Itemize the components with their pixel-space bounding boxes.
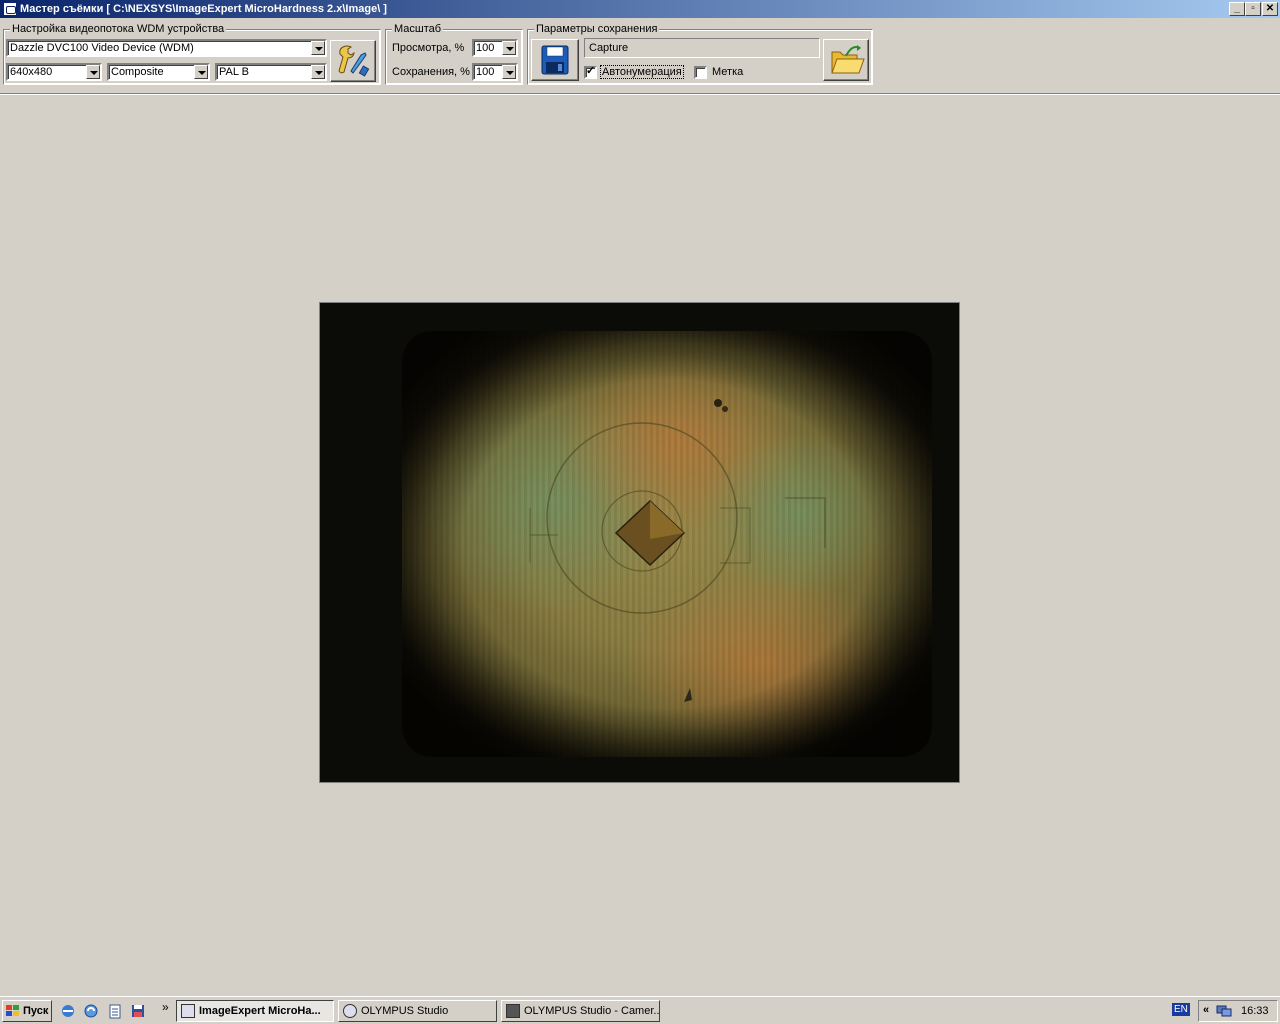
- microscope-image: [320, 303, 959, 782]
- minimize-button[interactable]: _: [1229, 2, 1245, 16]
- device-settings-button[interactable]: [330, 40, 376, 82]
- task-label: ImageExpert MicroHa...: [199, 1005, 321, 1017]
- notepad-icon[interactable]: [107, 1003, 123, 1019]
- start-label: Пуск: [23, 1005, 49, 1017]
- choose-folder-button[interactable]: [823, 39, 869, 81]
- window-title: Мастер съёмки [ C:\NEXSYS\ImageExpert Mi…: [20, 3, 387, 15]
- task-olympus-studio[interactable]: OLYMPUS Studio: [338, 1000, 497, 1022]
- device-select-value: Dazzle DVC100 Video Device (WDM): [10, 42, 194, 54]
- autonumber-checkbox[interactable]: ✓: [584, 65, 597, 79]
- filename-field[interactable]: Capture: [584, 38, 820, 58]
- save-scale-select[interactable]: 100: [472, 63, 518, 81]
- windows-logo-icon: [6, 1005, 20, 1017]
- autonumber-label[interactable]: Автонумерация: [600, 65, 684, 79]
- browser-icon[interactable]: [83, 1003, 99, 1019]
- input-select-value: Composite: [111, 66, 164, 78]
- toolbar: Настройка видеопотока WDM устройства Daz…: [0, 18, 1280, 95]
- close-button[interactable]: ✕: [1262, 2, 1278, 16]
- task-label: OLYMPUS Studio: [361, 1005, 449, 1017]
- chevron-down-icon[interactable]: [502, 65, 516, 79]
- preview-scale-value: 100: [476, 42, 495, 54]
- task-label: OLYMPUS Studio - Camer...: [524, 1005, 660, 1017]
- save-scale-value: 100: [476, 66, 495, 78]
- preview-scale-select[interactable]: 100: [472, 39, 518, 57]
- wrench-screwdriver-icon: [338, 45, 370, 77]
- device-select[interactable]: Dazzle DVC100 Video Device (WDM): [6, 39, 327, 57]
- clock[interactable]: 16:33: [1241, 1005, 1269, 1017]
- tray-chevron[interactable]: «: [1203, 1004, 1209, 1016]
- standard-select[interactable]: PAL B: [215, 63, 327, 81]
- camera-app-icon: [181, 1004, 195, 1018]
- save-button[interactable]: [531, 39, 579, 81]
- system-tray: « 16:33: [1198, 1000, 1278, 1022]
- app-icon[interactable]: [3, 2, 17, 16]
- chevron-down-icon[interactable]: [502, 41, 516, 55]
- chevron-down-icon[interactable]: [194, 65, 208, 79]
- internet-explorer-icon[interactable]: [60, 1003, 76, 1019]
- standard-select-value: PAL B: [219, 66, 249, 78]
- save-scale-label: Сохранения, %: [392, 66, 470, 78]
- input-select[interactable]: Composite: [107, 63, 210, 81]
- floppy-disk-icon: [541, 45, 569, 75]
- chevron-down-icon[interactable]: [311, 65, 325, 79]
- video-preview[interactable]: [319, 302, 960, 783]
- scale-group-label: Масштаб: [392, 23, 444, 35]
- olympus-app-icon: [343, 1004, 357, 1018]
- network-icon[interactable]: [1216, 1004, 1232, 1018]
- title-bar: Мастер съёмки [ C:\NEXSYS\ImageExpert Mi…: [0, 0, 1280, 18]
- start-button[interactable]: Пуск: [2, 1000, 52, 1022]
- camera-icon: [506, 1004, 520, 1018]
- resolution-select[interactable]: 640x480: [6, 63, 102, 81]
- chevron-down-icon[interactable]: [86, 65, 100, 79]
- task-olympus-camera[interactable]: OLYMPUS Studio - Camer...: [501, 1000, 660, 1022]
- mark-checkbox[interactable]: [694, 66, 707, 79]
- preview-scale-label: Просмотра, %: [392, 42, 465, 54]
- wdm-group-label: Настройка видеопотока WDM устройства: [10, 23, 227, 35]
- resolution-select-value: 640x480: [10, 66, 53, 78]
- save-group-label: Параметры сохранения: [534, 23, 660, 35]
- mark-label[interactable]: Метка: [712, 66, 743, 78]
- language-indicator[interactable]: EN: [1172, 1003, 1190, 1016]
- quick-launch-chevron[interactable]: »: [162, 1000, 169, 1014]
- maximize-button[interactable]: ▫: [1245, 2, 1261, 16]
- open-folder-icon: [831, 45, 865, 74]
- taskbar: Пуск » ImageExpert MicroHa... OLYMPUS St…: [0, 996, 1280, 1024]
- checkmark-icon: ✓: [586, 65, 596, 77]
- chevron-down-icon[interactable]: [311, 41, 325, 55]
- task-imageexpert[interactable]: ImageExpert MicroHa...: [176, 1000, 334, 1022]
- floppy-disk-icon[interactable]: [130, 1003, 146, 1019]
